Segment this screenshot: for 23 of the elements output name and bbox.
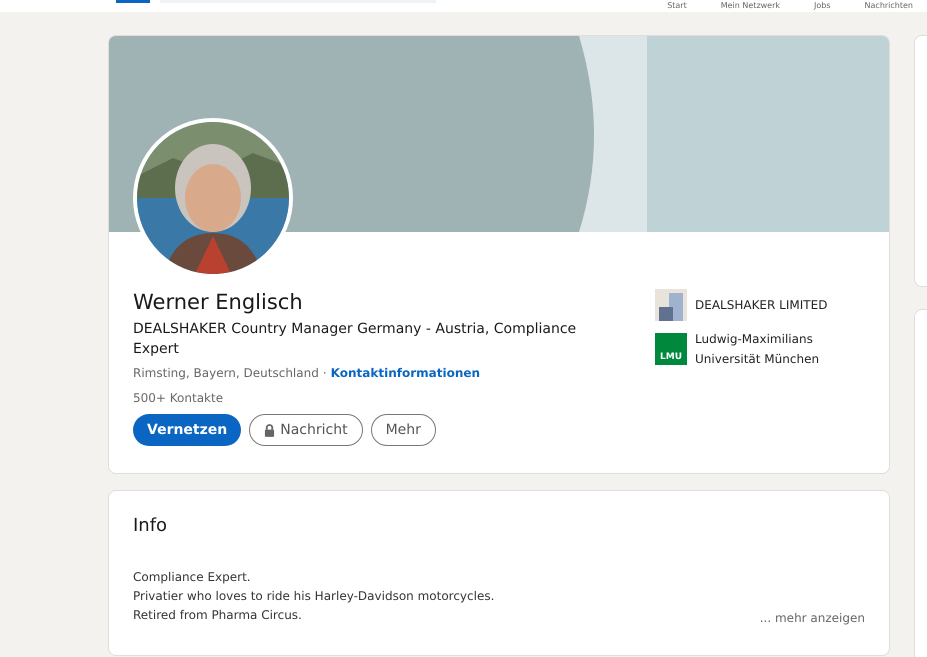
about-text: Retired from Pharma Circus. <box>133 607 303 624</box>
nav-link[interactable]: Jobs <box>814 1 831 11</box>
lock-icon <box>264 424 276 436</box>
separator: · <box>322 366 327 380</box>
more-button[interactable]: Mehr <box>370 414 436 446</box>
connect-button[interactable]: Vernetzen <box>133 414 242 446</box>
connections-count: 500+ Kontakte <box>133 391 224 405</box>
nav-link[interactable]: Start <box>667 1 687 11</box>
university-logo: LMU <box>655 333 687 365</box>
contact-info-link[interactable]: Kontaktinformationen <box>330 366 480 380</box>
nav-link[interactable]: Nachrichten <box>864 1 913 11</box>
show-more-link[interactable]: ... mehr anzeigen <box>760 611 865 625</box>
nav-link[interactable]: Mein Netzwerk <box>720 1 780 11</box>
headline: DEALSHAKER Country Manager Germany - Austria, Compliance Expert <box>133 320 578 359</box>
about-text: Privatier who loves to ride his Harley-Davidson motorcycles. <box>133 588 494 605</box>
affiliation-item[interactable]: LMU Ludwig-Maximilians Universität München <box>655 329 855 369</box>
about-text: Compliance Expert. <box>133 569 252 586</box>
affiliation-item[interactable]: DEALSHAKER LIMITED <box>655 289 855 321</box>
location: Rimsting, Bayern, Deutschland <box>133 366 319 380</box>
profile-name: Werner Englisch <box>133 289 304 315</box>
section-title: Info <box>133 515 168 536</box>
building-icon <box>655 289 687 321</box>
message-button[interactable]: Nachricht <box>249 414 363 446</box>
